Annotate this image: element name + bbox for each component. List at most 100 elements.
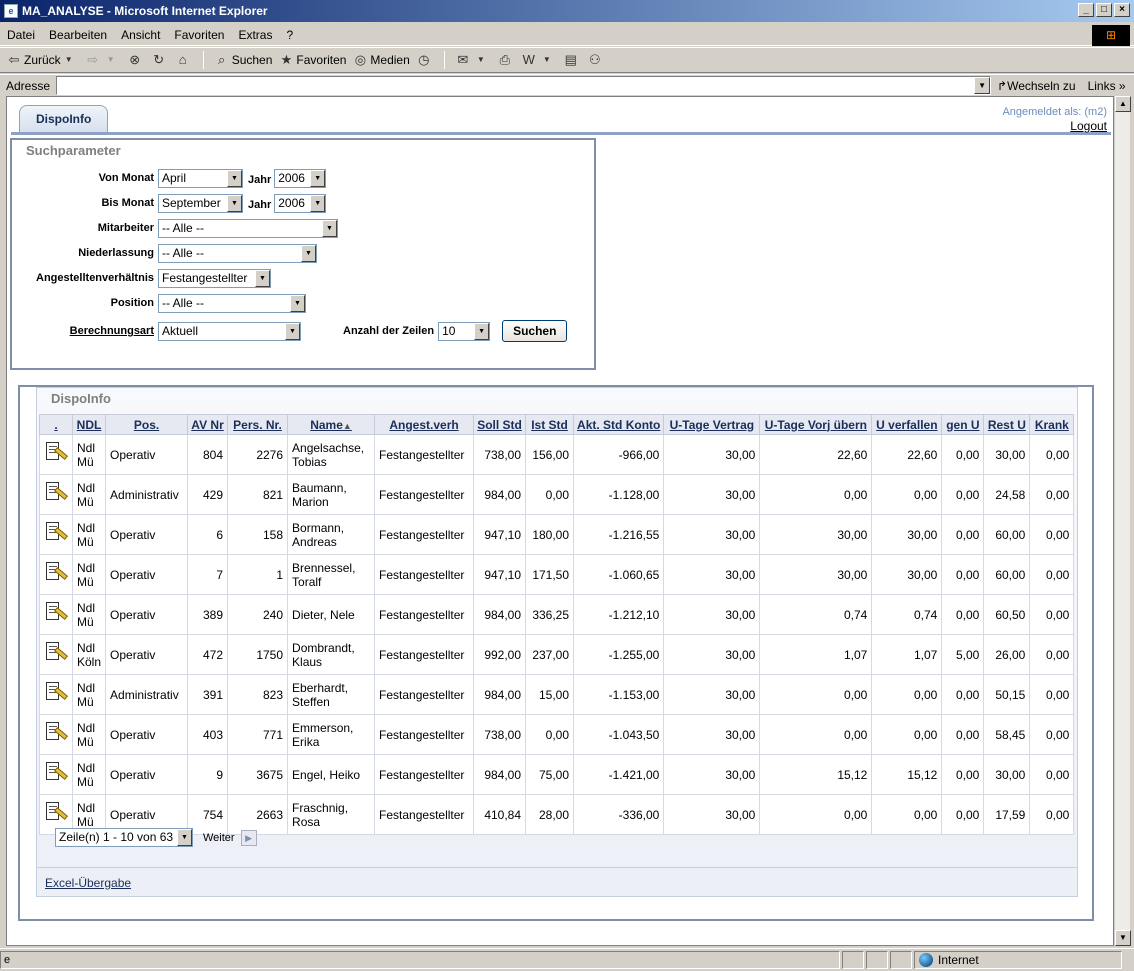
logout-link[interactable]: Logout — [1002, 119, 1107, 133]
go-button[interactable]: ↱ Wechseln zu — [997, 79, 1076, 93]
pers-cell: 1 — [276, 567, 284, 582]
address-input[interactable]: ▼ — [56, 76, 992, 95]
column-header[interactable]: Angest.verh — [374, 414, 475, 435]
soll-cell: 738,00 — [484, 447, 522, 462]
chevron-down-icon: ▼ — [227, 169, 242, 187]
pos-cell: Operativ — [110, 767, 156, 782]
search-button[interactable]: ⌕ Suchen — [214, 52, 272, 68]
scroll-up-icon[interactable]: ▲ — [1115, 96, 1131, 112]
edit-document-icon[interactable] — [44, 801, 68, 825]
page-select[interactable]: Zeile(n) 1 - 10 von 63 ▼ — [55, 828, 193, 847]
table-row: Ndl Mü Operativ 9 3675 Engel, Heiko Festangest… — [39, 754, 1075, 795]
gen-cell: 0,00 — [956, 527, 980, 542]
tab-dispoinfo[interactable]: DispoInfo — [19, 105, 109, 132]
minimize-button[interactable]: _ — [1078, 3, 1094, 17]
column-header[interactable]: gen U — [941, 414, 985, 435]
niederlassung-select[interactable]: -- Alle -- ▼ — [158, 243, 317, 263]
edit-document-icon[interactable] — [44, 481, 68, 505]
edit-document-icon[interactable] — [44, 721, 68, 745]
menu-extras[interactable]: Extras — [231, 28, 279, 42]
bis-monat-select[interactable]: September ▼ — [158, 193, 243, 213]
soll-cell: 984,00 — [484, 487, 522, 502]
edit-document-icon[interactable] — [44, 761, 68, 785]
edit-document-icon[interactable] — [44, 441, 68, 465]
history-button[interactable]: ◷ — [416, 52, 434, 68]
menu-favoriten[interactable]: Favoriten — [167, 28, 231, 42]
column-header[interactable]: NDL — [71, 414, 107, 435]
column-header[interactable]: AV Nr — [187, 414, 229, 435]
refresh-button[interactable]: ↻ — [151, 52, 169, 68]
edit-document-icon[interactable] — [44, 641, 68, 665]
menu-ansicht[interactable]: Ansicht — [114, 28, 167, 42]
stop-button[interactable]: ⊗ — [127, 52, 145, 68]
vertical-scrollbar[interactable]: ▲ ▼ — [1114, 96, 1131, 946]
maximize-button[interactable]: □ — [1096, 3, 1112, 17]
krank-cell: 0,00 — [1046, 727, 1070, 742]
print-button[interactable]: ⎙ — [497, 52, 515, 68]
toolbar: ⇦ Zurück ▼ ⇨ ▼ ⊗ ↻ ⌂ ⌕ Suchen ★ Favoriten ◎ Me… — [0, 47, 1134, 73]
zeilen-select[interactable]: 10 ▼ — [438, 321, 491, 341]
von-monat-select[interactable]: April ▼ — [158, 168, 243, 188]
excel-export-link[interactable]: Excel-Übergabe — [45, 876, 131, 890]
name-cell: Tobias — [292, 454, 327, 469]
menu-datei[interactable]: Datei — [0, 28, 42, 42]
gen-cell: 0,00 — [956, 727, 980, 742]
column-header[interactable]: Pers. Nr. — [227, 414, 289, 435]
media-button[interactable]: ◎ Medien — [352, 52, 410, 68]
vorj-cell: 22,60 — [837, 447, 868, 462]
edit-document-icon[interactable] — [44, 561, 68, 585]
ist-cell: 336,25 — [532, 607, 570, 622]
menu-bearbeiten[interactable]: Bearbeiten — [42, 28, 114, 42]
close-button[interactable]: × — [1114, 3, 1130, 17]
column-header[interactable]: . — [39, 414, 73, 435]
mitarbeiter-label: Mitarbeiter — [97, 222, 154, 234]
berechnungsart-link[interactable]: Berechnungsart — [12, 325, 158, 337]
column-header[interactable]: Krank — [1029, 414, 1075, 435]
column-header[interactable]: U-Tage Vertrag — [663, 414, 761, 435]
chevron-down-icon: ▼ — [227, 194, 242, 212]
krank-cell: 0,00 — [1046, 567, 1070, 582]
konto-cell: -1.421,00 — [608, 767, 660, 782]
column-header-name[interactable]: Name▲ — [287, 414, 376, 435]
favorites-button[interactable]: ★ Favoriten — [278, 52, 347, 68]
column-header[interactable]: Akt. Std Konto — [573, 414, 665, 435]
edit-document-icon[interactable] — [44, 521, 68, 545]
home-button[interactable]: ⌂ — [175, 52, 193, 68]
column-header[interactable]: U verfallen — [871, 414, 943, 435]
column-header[interactable]: Rest U — [983, 414, 1031, 435]
position-select[interactable]: -- Alle -- ▼ — [158, 293, 306, 313]
links-button[interactable]: Links » — [1088, 79, 1126, 93]
av-cell: 6 — [216, 527, 224, 542]
messenger-button[interactable]: ⚇ — [587, 52, 605, 68]
edit-button[interactable]: W ▼ — [521, 52, 557, 68]
chevron-down-icon: ▼ — [476, 55, 485, 64]
bis-jahr-select[interactable]: 2006 ▼ — [274, 193, 327, 213]
zone-indicator: Internet — [914, 950, 1122, 969]
edit-document-icon[interactable] — [44, 681, 68, 705]
chevron-down-icon: ▼ — [310, 194, 326, 212]
back-button[interactable]: ⇦ Zurück ▼ — [6, 52, 79, 68]
av-cell: 9 — [216, 767, 224, 782]
column-header[interactable]: Ist Std — [525, 414, 575, 435]
chevron-down-icon[interactable]: ▼ — [974, 77, 991, 94]
verf-cell: 15,12 — [907, 767, 938, 782]
suchen-button[interactable]: Suchen — [502, 320, 568, 342]
mail-button[interactable]: ✉ ▼ — [455, 52, 491, 68]
scroll-down-icon[interactable]: ▼ — [1115, 930, 1131, 946]
next-page-button[interactable]: ▶ — [240, 829, 257, 846]
forward-button[interactable]: ⇨ ▼ — [85, 52, 121, 68]
column-header[interactable]: Soll Std — [473, 414, 527, 435]
berechnungsart-select[interactable]: Aktuell ▼ — [158, 321, 301, 341]
konto-cell: -1.216,55 — [608, 527, 660, 542]
name-cell: Bormann, — [292, 520, 345, 535]
name-cell: Fraschnig, — [292, 800, 349, 815]
column-header[interactable]: U-Tage Vorj übern — [759, 414, 873, 435]
edit-document-icon[interactable] — [44, 601, 68, 625]
angestellt-select[interactable]: Festangestellter ▼ — [158, 268, 271, 288]
mitarbeiter-select[interactable]: -- Alle -- ▼ — [158, 218, 338, 238]
von-jahr-select[interactable]: 2006 ▼ — [274, 168, 327, 188]
discuss-button[interactable]: ▤ — [563, 52, 581, 68]
menu-help[interactable]: ? — [279, 28, 300, 42]
toolbar-separator — [202, 51, 204, 69]
column-header[interactable]: Pos. — [105, 414, 189, 435]
